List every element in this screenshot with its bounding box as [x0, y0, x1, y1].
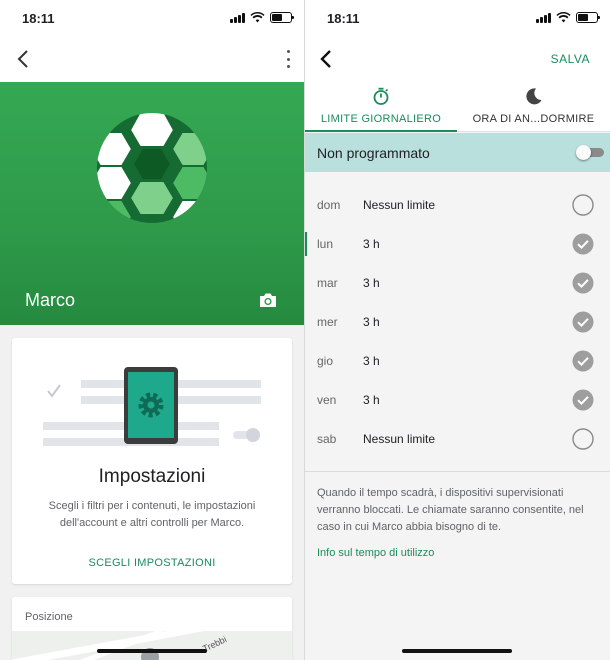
settings-title: Impostazioni: [98, 466, 206, 487]
unchecked-circle-icon[interactable]: [572, 194, 594, 216]
soccer-ball-avatar: [97, 113, 207, 223]
day-row-sab[interactable]: sab Nessun limite: [305, 419, 610, 458]
top-app-bar: SALVA: [305, 36, 610, 82]
day-limit-value: 3 h: [363, 237, 380, 251]
choose-settings-link[interactable]: SCEGLI IMPOSTAZIONI: [12, 557, 292, 569]
day-row-ven[interactable]: ven 3 h: [305, 380, 610, 419]
timer-icon: [373, 87, 389, 105]
checked-circle-icon[interactable]: [572, 311, 594, 333]
settings-illustration: [43, 367, 261, 446]
checked-circle-icon[interactable]: [572, 389, 594, 411]
day-limit-value: 3 h: [363, 276, 380, 290]
back-arrow-icon[interactable]: [14, 48, 34, 70]
status-icons: [536, 12, 600, 23]
day-name: dom: [317, 198, 341, 212]
day-name: gio: [317, 354, 334, 368]
home-indicator: [402, 649, 512, 653]
day-limit-value: 3 h: [363, 354, 380, 368]
day-row-lun[interactable]: lun 3 h: [305, 224, 610, 263]
schedule-label: Non programmato: [317, 145, 430, 161]
checked-circle-icon[interactable]: [572, 350, 594, 372]
moon-icon: [525, 88, 541, 105]
save-button[interactable]: SALVA: [551, 52, 590, 66]
wifi-icon: [556, 12, 571, 23]
location-map[interactable]: Trebbi: [12, 631, 292, 660]
child-name: Marco: [25, 290, 76, 310]
tab-bar: LIMITE GIORNALIERO ORA DI AN...DORMIRE: [305, 82, 610, 132]
tab-bedtime[interactable]: ORA DI AN...DORMIRE: [457, 82, 610, 132]
top-app-bar: [0, 36, 304, 82]
screen-time-settings-screen: 18:11 SALVA LIMITE GIORNALIERO ORA DI AN…: [305, 0, 610, 660]
position-label: Posizione: [25, 611, 73, 623]
cellular-signal-icon: [536, 12, 551, 23]
status-time: 18:11: [327, 11, 360, 26]
settings-card: Impostazioni Scegli i filtri per i conte…: [12, 338, 292, 584]
daily-limits-list: dom Nessun limite lun 3 h mar 3 h mer 3 h gio 3 h…: [305, 185, 610, 458]
day-name: mar: [317, 276, 338, 290]
checked-circle-icon[interactable]: [572, 272, 594, 294]
checked-circle-icon[interactable]: [572, 233, 594, 255]
day-row-mar[interactable]: mar 3 h: [305, 263, 610, 302]
map-roads: [12, 631, 205, 660]
more-options-icon[interactable]: [285, 50, 291, 68]
day-row-gio[interactable]: gio 3 h: [305, 341, 610, 380]
profile-header: Marco: [0, 82, 304, 325]
tab-bedtime-label: ORA DI AN...DORMIRE: [472, 113, 595, 125]
status-bar: 18:11: [305, 0, 610, 36]
cellular-signal-icon: [230, 12, 245, 23]
info-text: Quando il tempo scadrà, i dispositivi su…: [317, 487, 584, 533]
back-arrow-icon[interactable]: [317, 48, 337, 70]
day-name: ven: [317, 393, 337, 407]
day-limit-value: Nessun limite: [363, 432, 436, 446]
schedule-toggle[interactable]: [576, 145, 604, 160]
tab-daily-limit-label: LIMITE GIORNALIERO: [320, 113, 442, 125]
wifi-icon: [250, 12, 265, 23]
tab-daily-limit[interactable]: LIMITE GIORNALIERO: [305, 82, 457, 132]
day-name: mer: [317, 315, 338, 329]
unchecked-circle-icon[interactable]: [572, 428, 594, 450]
home-indicator: [97, 649, 207, 653]
battery-icon: [576, 12, 600, 23]
day-limit-value: Nessun limite: [363, 198, 436, 212]
schedule-row[interactable]: Non programmato: [305, 133, 610, 172]
day-name: sab: [317, 432, 337, 446]
day-row-dom[interactable]: dom Nessun limite: [305, 185, 610, 224]
status-bar: 18:11: [0, 0, 304, 36]
section-divider: [305, 471, 610, 472]
settings-description: Scegli i filtri per i contenuti, le impo…: [48, 500, 256, 529]
day-limit-value: 3 h: [363, 315, 380, 329]
day-name: lun: [317, 237, 334, 251]
battery-icon: [270, 12, 294, 23]
day-limit-value: 3 h: [363, 393, 380, 407]
status-icons: [230, 12, 294, 23]
selected-tab-indicator: [305, 130, 457, 132]
usage-info-link[interactable]: Info sul tempo di utilizzo: [317, 547, 434, 559]
family-link-profile-screen: 18:11 Marco Impostazioni Scegli i filtri…: [0, 0, 304, 660]
day-row-mer[interactable]: mer 3 h: [305, 302, 610, 341]
status-time: 18:11: [22, 11, 55, 26]
camera-icon[interactable]: [259, 292, 277, 308]
